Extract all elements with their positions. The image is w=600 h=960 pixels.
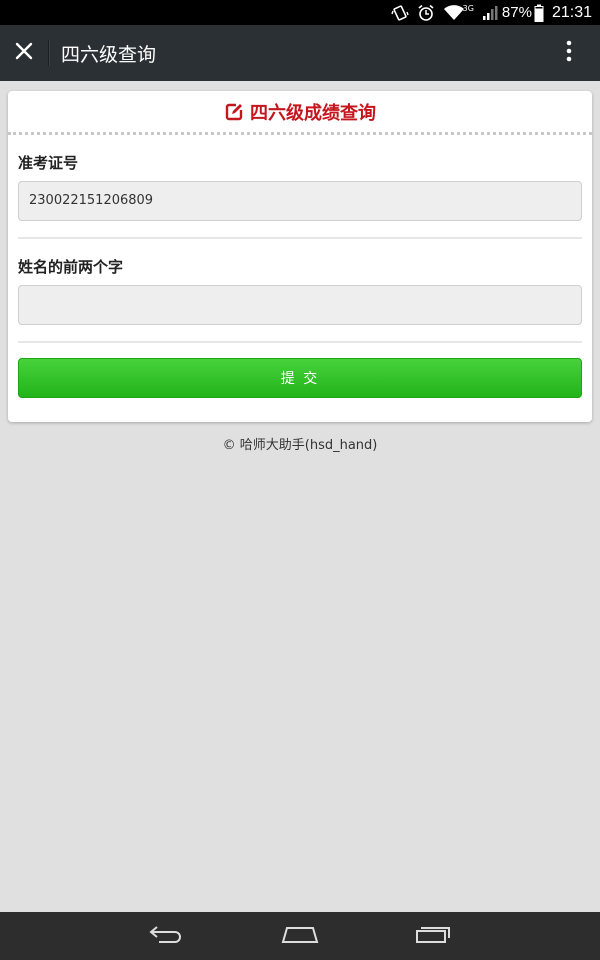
field-divider bbox=[18, 341, 582, 343]
battery-percent: 87% bbox=[501, 4, 532, 21]
home-icon bbox=[281, 924, 319, 948]
ticket-number-input[interactable]: 230022151206809 bbox=[18, 181, 582, 221]
clock: 21:31 bbox=[551, 3, 592, 21]
recent-apps-icon bbox=[415, 924, 451, 948]
title-divider bbox=[48, 40, 49, 66]
back-button[interactable] bbox=[137, 912, 197, 960]
close-button[interactable] bbox=[0, 25, 48, 81]
more-button[interactable] bbox=[554, 25, 584, 81]
field-divider bbox=[18, 237, 582, 239]
vibrate-icon bbox=[390, 4, 409, 22]
home-button[interactable] bbox=[270, 912, 330, 960]
name-label: 姓名的前两个字 bbox=[18, 258, 124, 276]
more-vert-icon bbox=[566, 40, 572, 66]
network-type-label: 3G bbox=[462, 4, 474, 13]
card-header: 四六级成绩查询 bbox=[8, 91, 592, 135]
recent-apps-button[interactable] bbox=[403, 912, 463, 960]
submit-button[interactable]: 提 交 bbox=[18, 358, 582, 398]
edit-icon bbox=[224, 102, 244, 122]
query-card: 四六级成绩查询 准考证号 230022151206809 姓名的前两个字 提 交 bbox=[8, 91, 592, 422]
page-title: 四六级查询 bbox=[61, 43, 157, 66]
close-icon bbox=[15, 42, 33, 64]
status-bar: 3G 87% 21:31 bbox=[0, 0, 600, 25]
copyright-text: © 哈师大助手(hsd_hand) bbox=[222, 438, 378, 453]
wifi-icon: 3G bbox=[443, 4, 474, 22]
signal-icon bbox=[482, 5, 498, 21]
name-input[interactable] bbox=[18, 285, 582, 325]
title-bar: 四六级查询 bbox=[0, 25, 600, 81]
nav-bar bbox=[0, 912, 600, 960]
query-form: 准考证号 230022151206809 姓名的前两个字 提 交 bbox=[8, 153, 592, 398]
alarm-icon bbox=[417, 4, 435, 22]
ticket-number-label: 准考证号 bbox=[18, 154, 79, 172]
card-title: 四六级成绩查询 bbox=[250, 102, 376, 124]
back-icon bbox=[149, 923, 185, 949]
battery-icon bbox=[534, 4, 544, 22]
